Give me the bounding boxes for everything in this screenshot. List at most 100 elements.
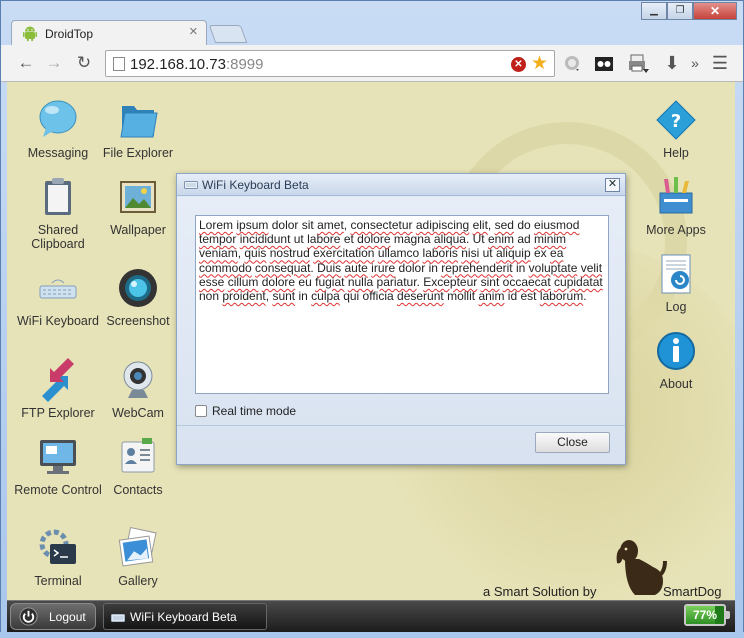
bookmark-star-icon[interactable]: ★: [531, 52, 548, 75]
misspelled-word: nostrud: [269, 246, 310, 261]
misspelled-word: adipiscing: [415, 218, 470, 232]
browser-tab[interactable]: DroidTop ×: [11, 20, 207, 46]
misspelled-word: cillum: [227, 274, 259, 289]
desktop-icon-label: File Explorer: [102, 146, 174, 160]
misspelled-word: nisi: [461, 246, 480, 261]
misspelled-word: Duis: [317, 260, 342, 275]
misspelled-word: veniam: [199, 246, 238, 261]
desktop-icon-label: Terminal: [34, 574, 82, 588]
back-arrow-icon[interactable]: ←: [15, 53, 37, 73]
address-bar[interactable]: 192.168.10.73:8999 ✕ ★: [105, 50, 555, 77]
misspelled-word: aute: [344, 260, 368, 275]
misspelled-word: minim: [534, 232, 567, 247]
taskbar: Logout WiFi Keyboard Beta 77%: [7, 600, 735, 632]
window-controls: ▁ ❐ ✕: [641, 2, 737, 20]
realtime-mode-checkbox[interactable]: [195, 405, 207, 417]
webcam-icon: [123, 361, 153, 398]
power-icon: [19, 607, 38, 626]
misspelled-word: nulla: [347, 274, 374, 289]
window-close-button[interactable]: ✕: [693, 2, 737, 20]
battery-text: 77%: [692, 608, 718, 622]
url-port: :8999: [225, 56, 264, 73]
monitor-icon: [40, 440, 76, 474]
misspelled-word: esse: [199, 274, 225, 289]
blocked-content-icon[interactable]: ✕: [511, 57, 526, 72]
reload-icon[interactable]: ↻: [73, 53, 95, 73]
logout-label: Logout: [49, 610, 86, 624]
desktop-icon-messaging[interactable]: Messaging: [13, 98, 103, 160]
misspelled-word: voluptate: [528, 260, 578, 275]
misspelled-word: ipsum: [236, 218, 269, 232]
help-icon: ?: [656, 100, 696, 140]
desktop-icon-label: FTP Explorer: [21, 406, 95, 420]
info-icon: [657, 332, 695, 370]
desktop-icon-label: About: [659, 377, 693, 391]
wifi-keyboard-dialog: WiFi Keyboard Beta ✕ Lorem ipsum dolor s…: [176, 173, 626, 465]
desktop-icon-label: Contacts: [113, 483, 163, 497]
desktop-icon-terminal[interactable]: Terminal: [13, 526, 103, 588]
desktop-icon-screenshot[interactable]: Screenshot: [93, 266, 183, 328]
desktop-icon-wifi-keyboard[interactable]: WiFi Keyboard: [13, 266, 103, 328]
forward-arrow-icon[interactable]: →: [43, 53, 65, 73]
desktop-icon-contacts[interactable]: Contacts: [93, 435, 183, 497]
new-tab-button[interactable]: [208, 25, 248, 43]
download-icon[interactable]: ⬇: [661, 53, 683, 73]
desktop-icon-webcam[interactable]: WebCam: [93, 358, 183, 420]
misspelled-word: amet: [317, 218, 344, 232]
desktop-icon-label: Log: [665, 300, 687, 314]
desktop-icon-wallpaper[interactable]: Wallpaper: [93, 175, 183, 237]
misspelled-word: irure: [371, 260, 396, 275]
desktop-icon-label: Screenshot: [106, 314, 170, 328]
overflow-chevron-icon[interactable]: »: [684, 53, 706, 73]
logout-button[interactable]: Logout: [10, 603, 96, 630]
photos-icon: [118, 526, 157, 567]
dialog-close-icon[interactable]: ✕: [605, 178, 620, 192]
battery-indicator: 77%: [684, 604, 730, 626]
window-bottom-edge: [0, 632, 744, 638]
menu-icon[interactable]: ☰: [709, 53, 731, 73]
desktop-icon-gallery[interactable]: Gallery: [93, 526, 183, 588]
extension-printer-icon[interactable]: [627, 52, 651, 76]
keyboard-text-area[interactable]: Lorem ipsum dolor sit amet, consectetur …: [195, 215, 609, 394]
misspelled-word: consequat: [255, 260, 311, 275]
taskbar-item-wifi-keyboard[interactable]: WiFi Keyboard Beta: [103, 603, 267, 630]
divider: [177, 425, 625, 426]
keyboard-icon: [111, 614, 125, 622]
misspelled-word: enim: [487, 232, 514, 247]
desktop-icon-about[interactable]: About: [631, 329, 721, 391]
chat-bubble-icon: [39, 100, 77, 137]
desktop-icon-ftp-explorer[interactable]: FTP Explorer: [13, 358, 103, 420]
transfer-arrows-icon: [42, 358, 74, 402]
desktop-icon-log[interactable]: Log: [631, 252, 721, 314]
close-button[interactable]: Close: [535, 432, 610, 453]
desktop-icon-remote-control[interactable]: Remote Control: [13, 435, 103, 497]
clipboard-icon: [45, 178, 71, 215]
tab-close-icon[interactable]: ×: [189, 24, 198, 40]
contacts-icon: [121, 438, 155, 473]
brand-tagline: a Smart Solution by: [483, 584, 596, 599]
desktop-icon-label: Messaging: [27, 146, 89, 160]
log-icon: [661, 254, 691, 294]
misspelled-word: tempor: [199, 232, 237, 247]
dialog-titlebar[interactable]: WiFi Keyboard Beta ✕: [177, 174, 625, 196]
desktop-icon-label: Gallery: [118, 574, 158, 588]
misspelled-word: consectetur: [350, 218, 413, 232]
extension-gray-icon[interactable]: [563, 54, 583, 74]
misspelled-word: exercitation: [313, 246, 375, 261]
desktop-icon-file-explorer[interactable]: File Explorer: [93, 98, 183, 160]
misspelled-word: dolore: [357, 232, 391, 247]
misspelled-word: Excepteur: [423, 274, 478, 289]
minimize-button[interactable]: ▁: [641, 2, 667, 20]
misspelled-word: quis: [244, 246, 267, 261]
misspelled-word: fugiat: [315, 274, 345, 289]
extension-glasses-icon[interactable]: [594, 54, 614, 74]
misspelled-word: Lorem: [199, 218, 234, 232]
desktop-icon-label: More Apps: [646, 223, 706, 237]
desktop-icon-more-apps[interactable]: More Apps: [631, 175, 721, 237]
titlebar: DroidTop × ▁ ❐ ✕: [1, 1, 743, 46]
desktop-icon-shared-clipboard[interactable]: Shared Clipboard: [13, 175, 103, 251]
misspelled-word: aliquip: [495, 246, 531, 261]
misspelled-word: occaecat: [502, 274, 551, 289]
maximize-button[interactable]: ❐: [667, 2, 693, 20]
desktop-icon-help[interactable]: ? Help: [631, 98, 721, 160]
